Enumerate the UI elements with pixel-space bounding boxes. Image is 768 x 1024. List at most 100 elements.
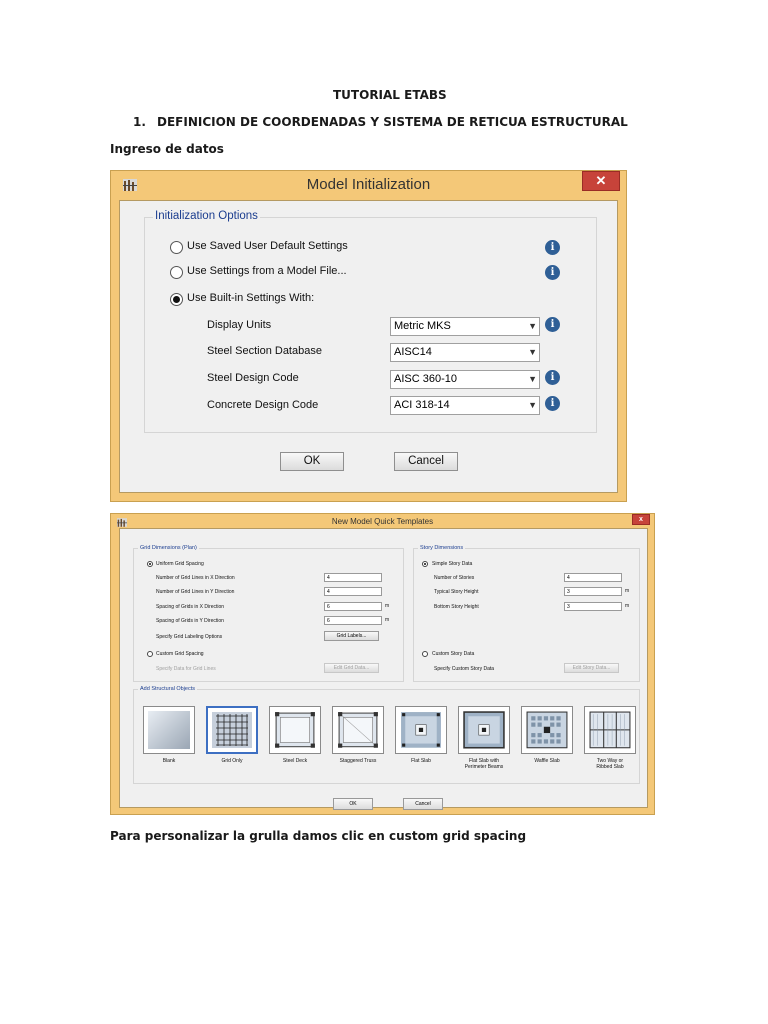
chevron-down-icon: ▼: [528, 400, 537, 410]
radio-built-in-settings[interactable]: [170, 293, 183, 306]
typical-story-height-label: Typical Story Height: [434, 589, 479, 595]
grid-dimensions-group: Grid Dimensions (Plan) Uniform Grid Spac…: [133, 545, 404, 682]
info-icon[interactable]: i: [545, 396, 560, 411]
custom-story-data-label: Specify Custom Story Data: [434, 666, 495, 672]
grid-labeling-label: Specify Grid Labeling Options: [156, 634, 223, 640]
info-icon[interactable]: i: [545, 265, 560, 280]
ok-button[interactable]: OK: [333, 798, 373, 810]
story-dimensions-group: Story Dimensions Simple Story Data Numbe…: [413, 545, 640, 682]
radio-simple-story[interactable]: [422, 561, 428, 567]
edit-grid-data-button[interactable]: Edit Grid Data...: [324, 663, 379, 673]
template-staggered-truss[interactable]: [332, 706, 384, 754]
template-waffle-slab[interactable]: [521, 706, 573, 754]
steel-section-db-label: Steel Section Database: [207, 345, 322, 357]
uniform-grid-label: Uniform Grid Spacing: [156, 561, 204, 567]
ok-button[interactable]: OK: [280, 452, 344, 471]
blank-thumbnail: [148, 711, 190, 749]
template-flat-slab-perimeter-beams[interactable]: [458, 706, 510, 754]
select-value: AISC 360-10: [394, 373, 457, 385]
info-icon[interactable]: i: [545, 317, 560, 332]
template-grid-only[interactable]: [206, 706, 258, 754]
template-two-way-ribbed-slab[interactable]: [584, 706, 636, 754]
grid-x-spacing-label: Spacing of Grids in X Direction: [156, 604, 225, 610]
titlebar[interactable]: Model Initialization ✕: [111, 171, 626, 199]
doc-title: TUTORIAL ETABS: [333, 88, 447, 102]
radio-custom-story[interactable]: [422, 651, 428, 657]
display-units-select[interactable]: Metric MKS ▼: [390, 317, 540, 336]
group-label: Story Dimensions: [418, 545, 466, 551]
steel-design-code-label: Steel Design Code: [207, 372, 299, 384]
bottom-story-height-input[interactable]: 3: [564, 602, 622, 611]
grid-y-count-input[interactable]: 4: [324, 587, 382, 596]
section-number: 1.: [133, 115, 146, 129]
radio-custom-grid[interactable]: [147, 651, 153, 657]
select-value: ACI 318-14: [394, 399, 450, 411]
concrete-design-code-label: Concrete Design Code: [207, 399, 319, 411]
steel-deck-thumbnail: [275, 712, 315, 748]
template-steel-deck[interactable]: [269, 706, 321, 754]
grid-labels-button[interactable]: Grid Labels...: [324, 631, 379, 641]
caption-line: Ribbed Slab: [596, 764, 624, 770]
template-caption: Flat Slab: [411, 758, 431, 764]
typical-story-height-input[interactable]: 3: [564, 587, 622, 596]
flat-slab-perimeter-thumbnail: [463, 711, 505, 749]
custom-grid-label: Custom Grid Spacing: [156, 651, 204, 657]
dialog-body: Grid Dimensions (Plan) Uniform Grid Spac…: [119, 528, 648, 810]
info-icon[interactable]: i: [545, 370, 560, 385]
unit-label: m: [625, 588, 630, 594]
option-label: Use Saved User Default Settings: [187, 240, 348, 252]
template-caption: Staggered Truss: [339, 758, 377, 764]
steel-section-db-select[interactable]: AISC14 ▼: [390, 343, 540, 362]
grid-x-spacing-input[interactable]: 6: [324, 602, 382, 611]
grid-y-count-label: Number of Grid Lines in Y Direction: [156, 589, 235, 595]
cancel-button[interactable]: Cancel: [403, 798, 443, 810]
chevron-down-icon: ▼: [528, 321, 537, 331]
close-icon[interactable]: ✕: [582, 171, 620, 191]
footer-text: Para personalizar la grulla damos clic e…: [110, 829, 527, 843]
bottom-story-height-label: Bottom Story Height: [434, 604, 479, 610]
window-title: New Model Quick Templates: [331, 517, 434, 526]
select-value: Metric MKS: [394, 320, 451, 332]
unit-label: m: [385, 617, 390, 623]
template-caption: Grid Only: [221, 758, 243, 764]
option-label: Use Built-in Settings With:: [187, 292, 315, 304]
radio-model-file[interactable]: [170, 266, 183, 279]
radio-uniform-grid[interactable]: [147, 561, 153, 567]
chevron-down-icon: ▼: [528, 374, 537, 384]
template-caption: Blank: [162, 758, 176, 764]
flat-slab-thumbnail: [401, 712, 441, 748]
cancel-button[interactable]: Cancel: [394, 452, 458, 471]
grid-y-spacing-label: Spacing of Grids in Y Direction: [156, 618, 224, 624]
edit-story-data-button[interactable]: Edit Story Data...: [564, 663, 619, 673]
custom-grid-data-label: Specify Data for Grid Lines: [156, 666, 216, 672]
radio-saved-user-defaults[interactable]: [170, 241, 183, 254]
caption-line: Perimeter Beams: [464, 764, 504, 770]
select-value: AISC14: [394, 346, 432, 358]
initialization-options-group: Initialization Options Use Saved User De…: [144, 210, 597, 433]
group-label: Grid Dimensions (Plan): [138, 545, 199, 551]
simple-story-label: Simple Story Data: [432, 561, 473, 567]
info-icon[interactable]: i: [545, 240, 560, 255]
template-flat-slab[interactable]: [395, 706, 447, 754]
close-icon[interactable]: x: [632, 514, 650, 525]
template-caption: Flat Slab with Perimeter Beams: [458, 758, 510, 770]
titlebar[interactable]: New Model Quick Templates x: [111, 514, 654, 528]
story-count-label: Number of Stories: [434, 575, 475, 581]
template-blank[interactable]: [143, 706, 195, 754]
story-count-input[interactable]: 4: [564, 573, 622, 582]
unit-label: m: [385, 603, 390, 609]
template-caption: Steel Deck: [282, 758, 308, 764]
dialog-body: Initialization Options Use Saved User De…: [119, 200, 618, 493]
waffle-slab-thumbnail: [526, 711, 568, 749]
group-label: Initialization Options: [153, 210, 260, 222]
grid-y-spacing-input[interactable]: 6: [324, 616, 382, 625]
template-caption: Two Way or Ribbed Slab: [584, 758, 636, 770]
steel-design-code-select[interactable]: AISC 360-10 ▼: [390, 370, 540, 389]
staggered-truss-thumbnail: [338, 712, 378, 748]
concrete-design-code-select[interactable]: ACI 318-14 ▼: [390, 396, 540, 415]
two-way-slab-thumbnail: [589, 711, 631, 749]
window-title: Model Initialization: [306, 176, 431, 193]
group-label: Add Structural Objects: [138, 686, 198, 692]
grid-x-count-input[interactable]: 4: [324, 573, 382, 582]
chevron-down-icon: ▼: [528, 347, 537, 357]
